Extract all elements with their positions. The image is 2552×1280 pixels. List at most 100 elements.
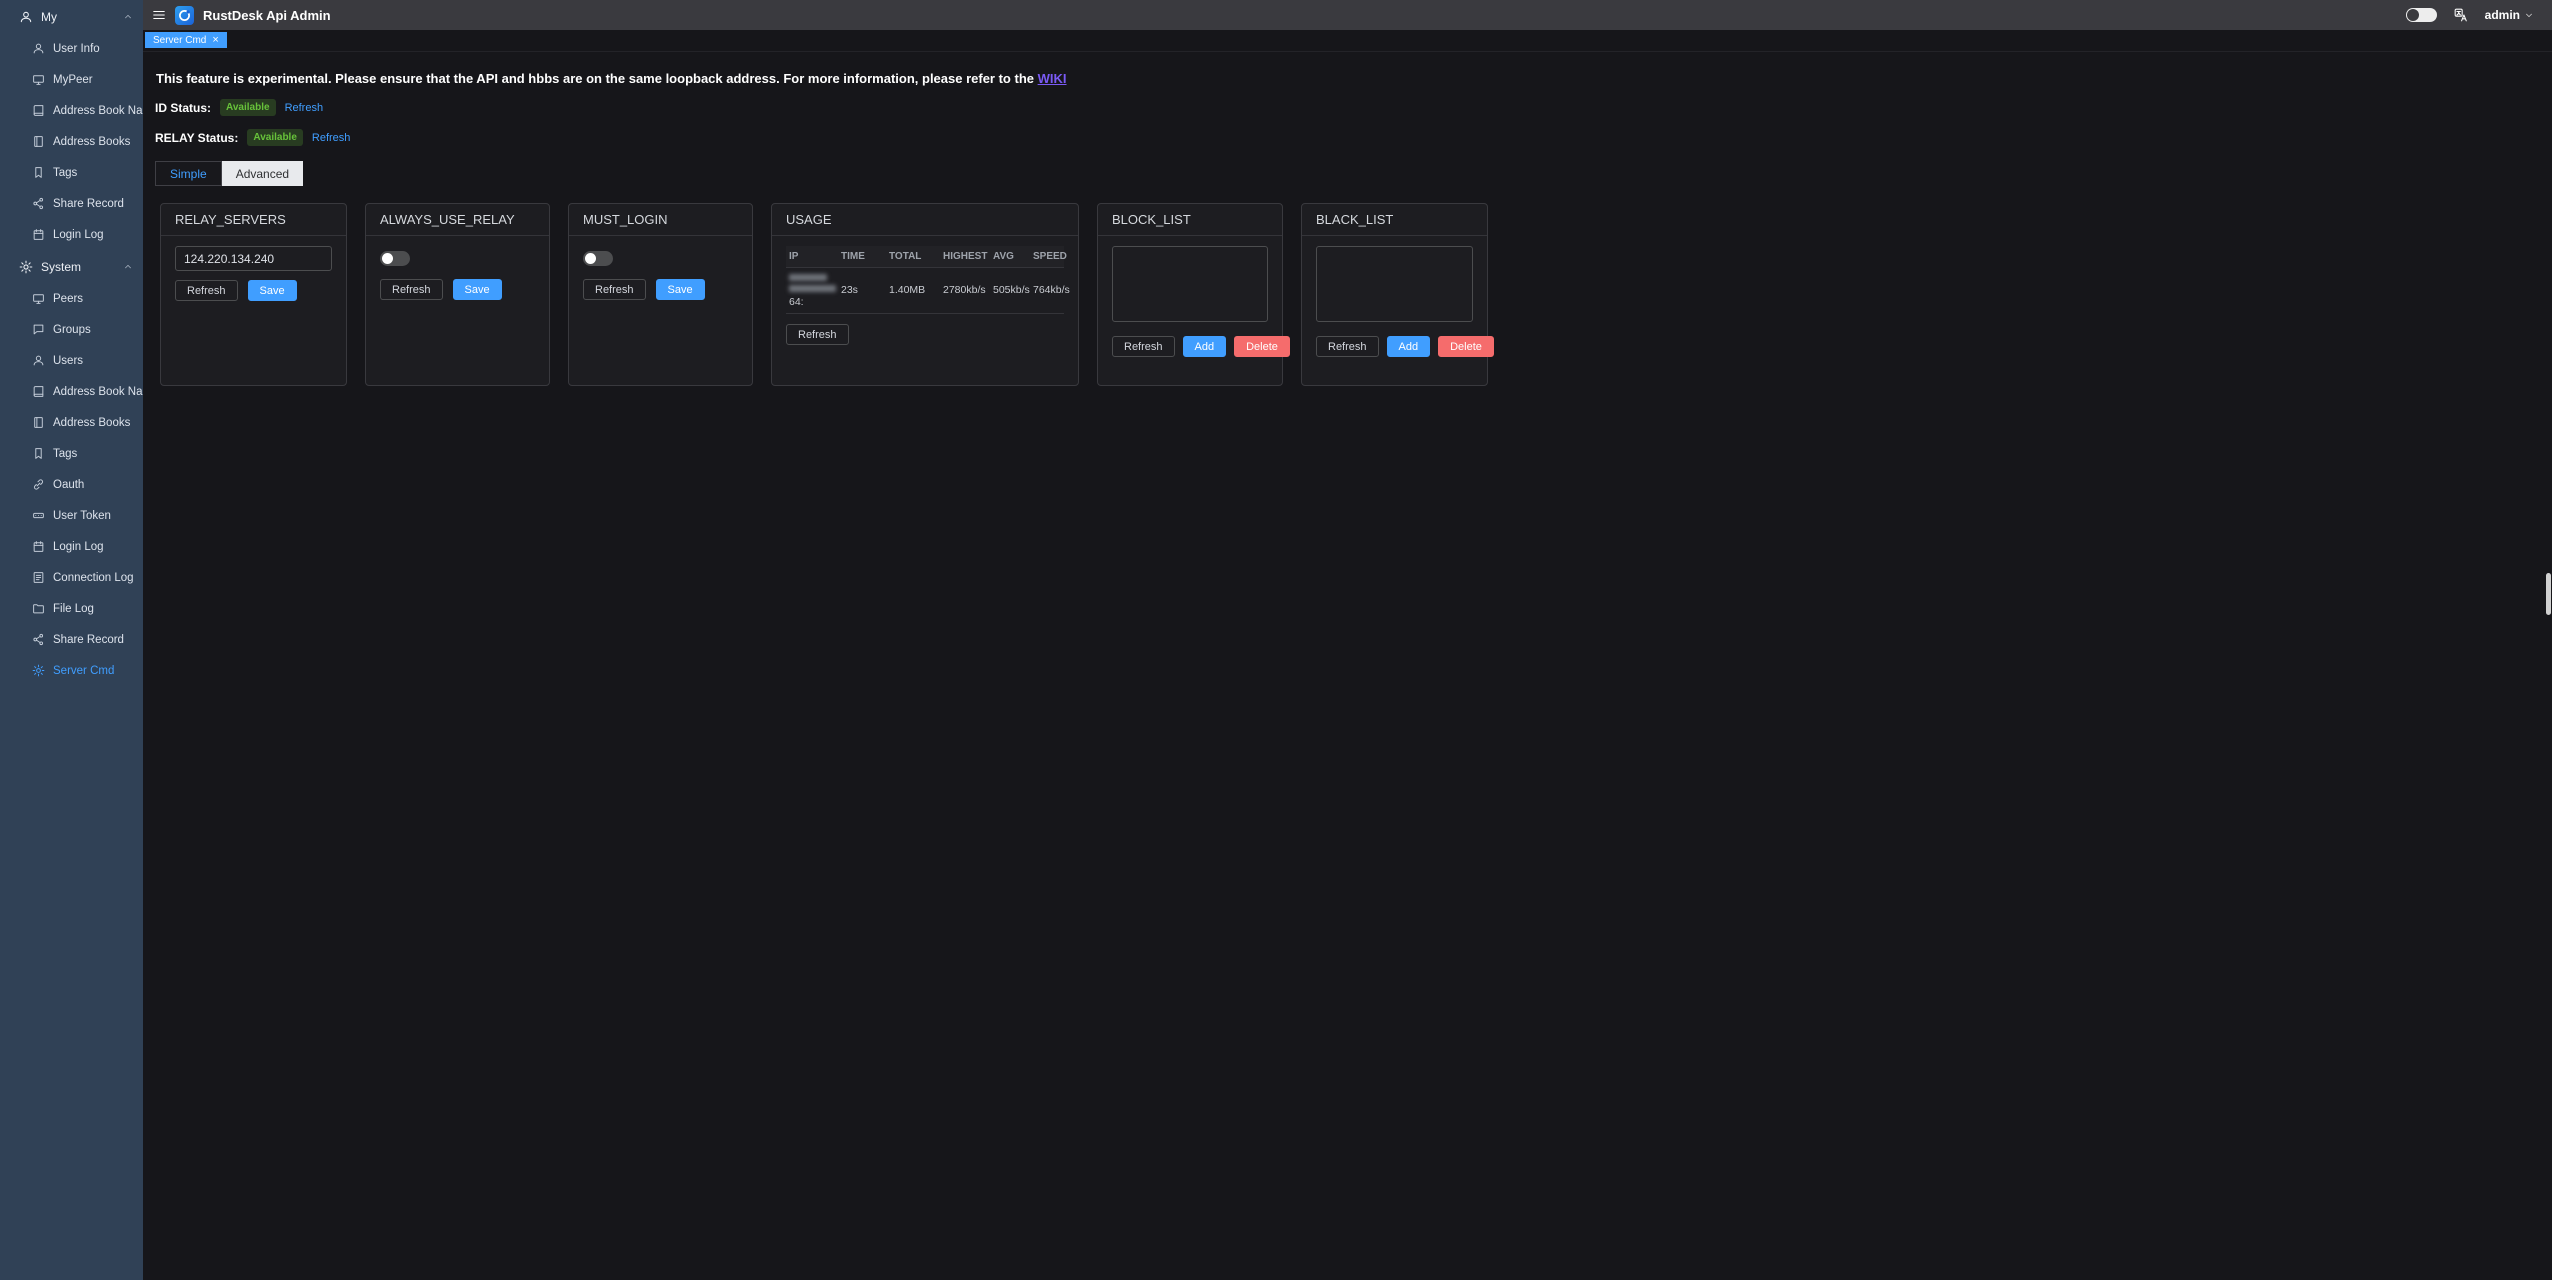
always-use-relay-toggle[interactable] xyxy=(380,251,410,266)
toggle-knob xyxy=(382,253,393,264)
chat-icon xyxy=(32,323,45,336)
sidebar-item-address-book-names[interactable]: Address Book Names xyxy=(0,376,143,407)
monitor-icon xyxy=(32,292,45,305)
sidebar-item-peers[interactable]: Peers xyxy=(0,283,143,314)
sidebar-item-tags[interactable]: Tags xyxy=(0,157,143,188)
chevron-up-icon xyxy=(123,262,133,272)
content-area: This feature is experimental. Please ens… xyxy=(143,52,2552,1280)
save-button[interactable]: Save xyxy=(656,279,705,300)
card-black-list: BLACK_LIST Refresh Add Delete xyxy=(1301,203,1488,386)
ip-redacted-line xyxy=(789,285,836,292)
relay-status-refresh-link[interactable]: Refresh xyxy=(312,132,351,144)
tab-simple[interactable]: Simple xyxy=(155,161,222,186)
sidebar-section-system[interactable]: System xyxy=(0,250,143,283)
usage-col-time: TIME xyxy=(838,246,886,268)
translate-icon[interactable] xyxy=(2454,8,2468,22)
sidebar-item-label: Connection Log xyxy=(53,572,134,584)
id-status-row: ID Status: Available Refresh xyxy=(155,99,2540,116)
wiki-link[interactable]: WIKI xyxy=(1038,71,1067,86)
notebook-icon xyxy=(32,135,45,148)
save-button[interactable]: Save xyxy=(453,279,502,300)
rustdesk-logo-icon xyxy=(176,7,193,24)
usage-table: IP TIME TOTAL HIGHEST AVG SPEED xyxy=(786,246,1064,314)
delete-button[interactable]: Delete xyxy=(1438,336,1494,357)
usage-highest: 2780kb/s xyxy=(940,268,990,314)
block-list-textarea[interactable] xyxy=(1112,246,1268,322)
user-icon xyxy=(32,354,45,367)
sidebar-item-label: Server Cmd xyxy=(53,665,114,677)
sidebar-item-users[interactable]: Users xyxy=(0,345,143,376)
refresh-button[interactable]: Refresh xyxy=(1112,336,1175,357)
hamburger-menu-icon[interactable] xyxy=(152,8,166,22)
card-usage: USAGE IP TIME TOTAL HIGHEST AVG SPEED xyxy=(771,203,1079,386)
scrollbar-thumb[interactable] xyxy=(2546,573,2551,615)
refresh-button[interactable]: Refresh xyxy=(583,279,646,300)
card-title: BLOCK_LIST xyxy=(1098,204,1282,236)
user-icon xyxy=(19,10,33,24)
usage-ip-cell: 64: xyxy=(786,268,838,314)
usage-col-ip: IP xyxy=(786,246,838,268)
sidebar-item-label: User Info xyxy=(53,43,100,55)
sidebar-item-file-log[interactable]: File Log xyxy=(0,593,143,624)
sidebar-item-server-cmd[interactable]: Server Cmd xyxy=(0,655,143,686)
sidebar-section-my[interactable]: My xyxy=(0,0,143,33)
sidebar-item-oauth[interactable]: Oauth xyxy=(0,469,143,500)
sidebar-item-tags-system[interactable]: Tags xyxy=(0,438,143,469)
add-button[interactable]: Add xyxy=(1183,336,1227,357)
sidebar-item-user-token[interactable]: User Token xyxy=(0,500,143,531)
refresh-button[interactable]: Refresh xyxy=(380,279,443,300)
relay-status-label: RELAY Status: xyxy=(155,131,238,145)
card-title: BLACK_LIST xyxy=(1302,204,1487,236)
id-status-badge: Available xyxy=(220,99,276,116)
close-icon[interactable]: × xyxy=(212,35,218,46)
add-button[interactable]: Add xyxy=(1387,336,1431,357)
cards-row: RELAY_SERVERS Refresh Save ALWAYS_USE_RE… xyxy=(160,203,2540,386)
app-title: RustDesk Api Admin xyxy=(203,8,331,23)
sidebar-item-share-record-system[interactable]: Share Record xyxy=(0,624,143,655)
sidebar-item-login-log[interactable]: Login Log xyxy=(0,219,143,250)
calendar-icon xyxy=(32,540,45,553)
top-header: RustDesk Api Admin admin xyxy=(143,0,2552,30)
sidebar-item-share-record[interactable]: Share Record xyxy=(0,188,143,219)
bookmark-icon xyxy=(32,447,45,460)
usage-avg: 505kb/s xyxy=(990,268,1030,314)
save-button[interactable]: Save xyxy=(248,280,297,301)
experimental-notice: This feature is experimental. Please ens… xyxy=(156,71,2540,86)
sidebar-item-label: Share Record xyxy=(53,198,124,210)
delete-button[interactable]: Delete xyxy=(1234,336,1290,357)
user-icon xyxy=(32,42,45,55)
sidebar-item-login-log-system[interactable]: Login Log xyxy=(0,531,143,562)
book-icon xyxy=(32,104,45,117)
refresh-button[interactable]: Refresh xyxy=(786,324,849,345)
sidebar-item-label: Address Book Names xyxy=(53,386,143,398)
sidebar-item-groups[interactable]: Groups xyxy=(0,314,143,345)
sidebar-item-mypeer[interactable]: MyPeer xyxy=(0,64,143,95)
notice-text: This feature is experimental. Please ens… xyxy=(156,71,1038,86)
id-status-label: ID Status: xyxy=(155,101,211,115)
sidebar-item-label: Users xyxy=(53,355,83,367)
tag-server-cmd[interactable]: Server Cmd × xyxy=(145,32,227,48)
sidebar-item-address-books[interactable]: Address Books xyxy=(0,126,143,157)
usage-col-avg: AVG xyxy=(990,246,1030,268)
tab-advanced[interactable]: Advanced xyxy=(222,161,303,186)
sidebar-item-user-info[interactable]: User Info xyxy=(0,33,143,64)
id-status-refresh-link[interactable]: Refresh xyxy=(285,102,324,114)
sidebar-item-label: Tags xyxy=(53,167,77,179)
black-list-textarea[interactable] xyxy=(1316,246,1473,322)
theme-toggle[interactable] xyxy=(2406,8,2437,22)
sidebar-item-label: User Token xyxy=(53,510,111,522)
card-block-list: BLOCK_LIST Refresh Add Delete xyxy=(1097,203,1283,386)
sidebar-item-connection-log[interactable]: Connection Log xyxy=(0,562,143,593)
relay-status-badge: Available xyxy=(247,129,303,146)
sidebar-item-address-books-system[interactable]: Address Books xyxy=(0,407,143,438)
main-column: RustDesk Api Admin admin Server Cmd × Th… xyxy=(143,0,2552,1280)
must-login-toggle[interactable] xyxy=(583,251,613,266)
user-menu[interactable]: admin xyxy=(2485,8,2534,22)
sidebar-item-address-book-name[interactable]: Address Book Name xyxy=(0,95,143,126)
book-icon xyxy=(32,385,45,398)
link-icon xyxy=(32,478,45,491)
relay-servers-input[interactable] xyxy=(175,246,332,271)
refresh-button[interactable]: Refresh xyxy=(175,280,238,301)
ip-suffix: 64: xyxy=(789,296,835,308)
refresh-button[interactable]: Refresh xyxy=(1316,336,1379,357)
